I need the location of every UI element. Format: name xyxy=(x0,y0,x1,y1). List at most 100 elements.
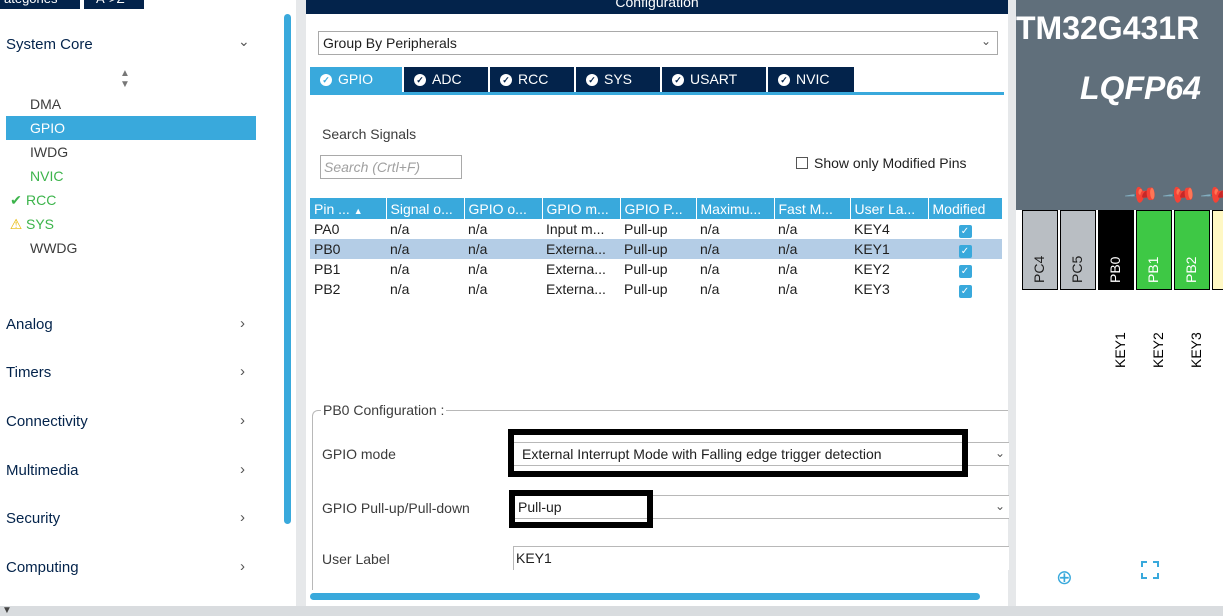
category-computing[interactable]: Computing › xyxy=(0,547,280,587)
check-circle-icon: ✓ xyxy=(586,74,598,86)
cell-modified[interactable]: ✓ xyxy=(928,279,1002,299)
cell-max-speed: n/a xyxy=(700,281,720,297)
category-label: Analog xyxy=(6,316,53,333)
tab-gpio[interactable]: ✓ GPIO xyxy=(310,67,402,92)
pinout-view: TM32G431R LQFP64 📌 📌 📌 PC4 PC5 PB0 PB1 P… xyxy=(1016,0,1223,606)
cell-gpio-mode: Externa... xyxy=(542,239,620,259)
pushpin-icon: 📌 xyxy=(1123,176,1161,214)
col-header-user-label[interactable]: User La... xyxy=(850,198,929,219)
pin-pb1[interactable]: PB1 xyxy=(1136,210,1172,290)
horizontal-scrollbar[interactable] xyxy=(310,593,980,600)
fit-to-view-icon[interactable] xyxy=(1141,561,1159,579)
cell-modified[interactable]: ✓ xyxy=(928,239,1002,259)
checkbox-checked-icon[interactable]: ✓ xyxy=(958,284,972,298)
category-label: Computing xyxy=(6,559,79,576)
user-label-label: User Label xyxy=(322,551,390,567)
configuration-panel: Configuration Group By Peripherals ⌄ ✓ GP… xyxy=(306,0,1009,606)
chevron-down-icon: ⌄ xyxy=(238,33,250,49)
tab-label: GPIO xyxy=(338,71,374,87)
sidebar-item-gpio[interactable]: GPIO xyxy=(6,116,256,140)
item-label: IWDG xyxy=(30,144,69,160)
sort-arrows-icon[interactable]: ▲ ▼ xyxy=(120,68,130,90)
pin-pc5[interactable]: PC5 xyxy=(1060,210,1096,290)
cell-max-speed: n/a xyxy=(700,221,720,237)
tab-a-to-z[interactable]: A->Z xyxy=(82,0,144,9)
pushpin-icon: 📌 xyxy=(1199,176,1223,214)
sidebar-item-sys[interactable]: ⚠ SYS xyxy=(6,212,256,236)
check-circle-icon: ✓ xyxy=(320,74,332,86)
category-multimedia[interactable]: Multimedia › xyxy=(0,450,280,490)
category-label: Connectivity xyxy=(6,413,88,430)
cell-signal: n/a xyxy=(386,239,464,259)
table-row[interactable]: PB1 n/a n/a Externa... Pull-up n/a n/a K… xyxy=(310,259,1002,279)
tab-categories[interactable]: ategories xyxy=(0,0,80,9)
sidebar-item-wwdg[interactable]: WWDG xyxy=(6,236,256,260)
tab-nvic[interactable]: ✓ NVIC xyxy=(768,67,854,92)
category-system-core[interactable]: System Core ⌄ xyxy=(0,24,280,64)
show-modified-checkbox[interactable]: Show only Modified Pins xyxy=(796,155,967,171)
category-view-tabs: ategories A->Z xyxy=(0,0,296,9)
chip-package: LQFP64 xyxy=(1080,70,1201,106)
cell-user-label: KEY4 xyxy=(854,221,890,237)
col-header-gpio-mode[interactable]: GPIO m... xyxy=(542,198,621,219)
table-row[interactable]: PB0 n/a n/a Externa... Pull-up n/a n/a K… xyxy=(310,239,1002,259)
sidebar-item-dma[interactable]: DMA xyxy=(6,92,256,116)
pin-config-legend: PB0 Configuration : xyxy=(321,402,447,418)
table-row[interactable]: PB2 n/a n/a Externa... Pull-up n/a n/a K… xyxy=(310,279,1002,299)
tab-label: USART xyxy=(690,71,738,87)
cell-fast-mode: n/a xyxy=(774,239,850,259)
show-modified-label: Show only Modified Pins xyxy=(814,155,967,171)
category-label: System Core xyxy=(6,36,93,53)
cell-modified[interactable]: ✓ xyxy=(928,259,1002,279)
collapse-arrow-icon[interactable]: ▼ xyxy=(2,605,12,616)
gpio-pull-label: GPIO Pull-up/Pull-down xyxy=(322,500,470,516)
pin-pb0[interactable]: PB0 xyxy=(1098,210,1134,290)
search-input[interactable] xyxy=(321,156,461,178)
sidebar-item-rcc[interactable]: ✔ RCC xyxy=(6,188,256,212)
chevron-right-icon: › xyxy=(240,363,245,380)
tab-rcc[interactable]: ✓ RCC xyxy=(490,67,574,92)
cell-fast-mode: n/a xyxy=(778,261,798,277)
checkbox-icon[interactable] xyxy=(796,157,808,169)
chevron-right-icon: › xyxy=(240,558,245,575)
col-header-gpio-output[interactable]: GPIO o... xyxy=(464,198,543,219)
tab-adc[interactable]: ✓ ADC xyxy=(404,67,488,92)
cell-user-label: KEY3 xyxy=(854,281,890,297)
col-header-signal[interactable]: Signal o... xyxy=(386,198,465,219)
checkbox-checked-icon[interactable]: ✓ xyxy=(958,244,972,258)
category-timers[interactable]: Timers › xyxy=(0,352,280,392)
pin-pb2[interactable]: PB2 xyxy=(1174,210,1210,290)
user-label-field[interactable]: KEY1 xyxy=(513,546,1009,570)
checkbox-checked-icon[interactable]: ✓ xyxy=(958,224,972,238)
sidebar-item-nvic[interactable]: NVIC xyxy=(6,164,256,188)
zoom-in-icon[interactable]: ⊕ xyxy=(1056,565,1073,590)
col-header-max-speed[interactable]: Maximu... xyxy=(696,198,775,219)
checkbox-checked-icon[interactable]: ✓ xyxy=(958,264,972,278)
cell-gpio-mode: Externa... xyxy=(546,281,606,297)
vertical-scrollbar[interactable] xyxy=(284,14,291,524)
cell-modified[interactable]: ✓ xyxy=(928,219,1002,239)
tab-usart[interactable]: ✓ USART xyxy=(662,67,766,92)
pin-pc4[interactable]: PC4 xyxy=(1022,210,1058,290)
tab-sys[interactable]: ✓ SYS xyxy=(576,67,660,92)
category-connectivity[interactable]: Connectivity › xyxy=(0,401,280,441)
pin-key-label: KEY3 xyxy=(1188,332,1204,368)
category-security[interactable]: Security › xyxy=(0,498,280,538)
cell-user-label: KEY1 xyxy=(850,239,928,259)
group-by-select[interactable]: Group By Peripherals ⌄ xyxy=(318,31,998,55)
col-header-fast-mode[interactable]: Fast M... xyxy=(774,198,851,219)
category-analog[interactable]: Analog › xyxy=(0,304,280,344)
col-header-pin[interactable]: Pin ... ▲ xyxy=(310,198,387,219)
col-header-gpio-pull[interactable]: GPIO P... xyxy=(620,198,697,219)
cell-gpio-pull: Pull-up xyxy=(620,239,696,259)
cell-pin: PB2 xyxy=(314,281,341,297)
item-label: NVIC xyxy=(30,168,64,184)
col-header-modified[interactable]: Modified xyxy=(928,198,1003,219)
search-signals-field[interactable] xyxy=(320,155,462,179)
highlight-box xyxy=(508,429,968,477)
category-label: Multimedia xyxy=(6,462,79,479)
cell-signal: n/a xyxy=(390,281,410,297)
sidebar-item-iwdg[interactable]: IWDG xyxy=(6,140,256,164)
table-row[interactable]: PA0 n/a n/a Input m... Pull-up n/a n/a K… xyxy=(310,219,1002,239)
pin-next[interactable] xyxy=(1212,210,1223,290)
